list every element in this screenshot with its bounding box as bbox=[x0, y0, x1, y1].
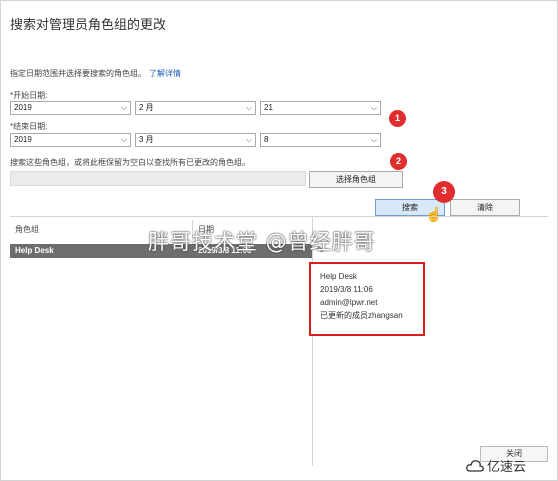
row-role-group: Help Desk bbox=[15, 246, 54, 255]
start-month-value: 2 月 bbox=[139, 103, 154, 112]
details-change: 已更新的成员zhangsan bbox=[320, 311, 403, 320]
chevron-down-icon: ⌵ bbox=[245, 103, 252, 112]
hand-cursor-icon: ☝ bbox=[425, 206, 443, 222]
step-badge-1: 1 bbox=[389, 110, 406, 127]
chevron-down-icon: ⌵ bbox=[370, 135, 377, 144]
end-day-value: 8 bbox=[264, 135, 269, 144]
role-group-input[interactable] bbox=[10, 171, 306, 186]
end-year-value: 2019 bbox=[14, 135, 32, 144]
logo-text: 亿速云 bbox=[487, 460, 527, 475]
end-day-select[interactable]: 8 ⌵ bbox=[260, 133, 381, 147]
chevron-down-icon: ⌵ bbox=[245, 135, 252, 144]
clear-button[interactable]: 清除 bbox=[450, 199, 520, 216]
step-badge-3: 3 bbox=[433, 181, 455, 203]
description-text: 指定日期范围并选择要搜索的角色组。 bbox=[10, 69, 146, 78]
details-panel: Help Desk 2019/3/8 11:06 admin@lpwr.net … bbox=[309, 262, 425, 336]
select-role-group-button[interactable]: 选择角色组 bbox=[309, 171, 403, 188]
start-date-label: *开始日期: bbox=[10, 91, 48, 100]
page-title: 搜索对管理员角色组的更改 bbox=[10, 17, 167, 32]
end-year-select[interactable]: 2019 ⌵ bbox=[10, 133, 131, 147]
results-top-divider bbox=[10, 216, 548, 217]
details-date: 2019/3/8 11:06 bbox=[320, 285, 373, 294]
cloud-logo-icon bbox=[466, 459, 484, 472]
end-month-value: 3 月 bbox=[139, 135, 154, 144]
description: 指定日期范围并选择要搜索的角色组。 了解详情 bbox=[10, 68, 181, 79]
details-user: admin@lpwr.net bbox=[320, 298, 378, 307]
start-day-select[interactable]: 21 ⌵ bbox=[260, 101, 381, 115]
end-date-label: *结束日期: bbox=[10, 122, 48, 131]
step-badge-2: 2 bbox=[390, 153, 407, 170]
column-header-role-group[interactable]: 角色组 bbox=[15, 224, 39, 235]
end-month-select[interactable]: 3 月 ⌵ bbox=[135, 133, 256, 147]
site-logo: 亿速云 bbox=[466, 456, 526, 475]
chevron-down-icon: ⌵ bbox=[120, 135, 127, 144]
start-year-value: 2019 bbox=[14, 103, 32, 112]
start-month-select[interactable]: 2 月 ⌵ bbox=[135, 101, 256, 115]
start-year-select[interactable]: 2019 ⌵ bbox=[10, 101, 131, 115]
start-day-value: 21 bbox=[264, 103, 273, 112]
learn-more-link[interactable]: 了解详情 bbox=[149, 69, 181, 78]
chevron-down-icon: ⌵ bbox=[120, 103, 127, 112]
chevron-down-icon: ⌵ bbox=[370, 103, 377, 112]
role-group-hint: 搜索这些角色组，或将此框保留为空白以查找所有已更改的角色组。 bbox=[10, 158, 250, 167]
details-name: Help Desk bbox=[320, 272, 357, 281]
watermark: 胖哥技术堂 @曾经胖哥 bbox=[148, 230, 376, 254]
